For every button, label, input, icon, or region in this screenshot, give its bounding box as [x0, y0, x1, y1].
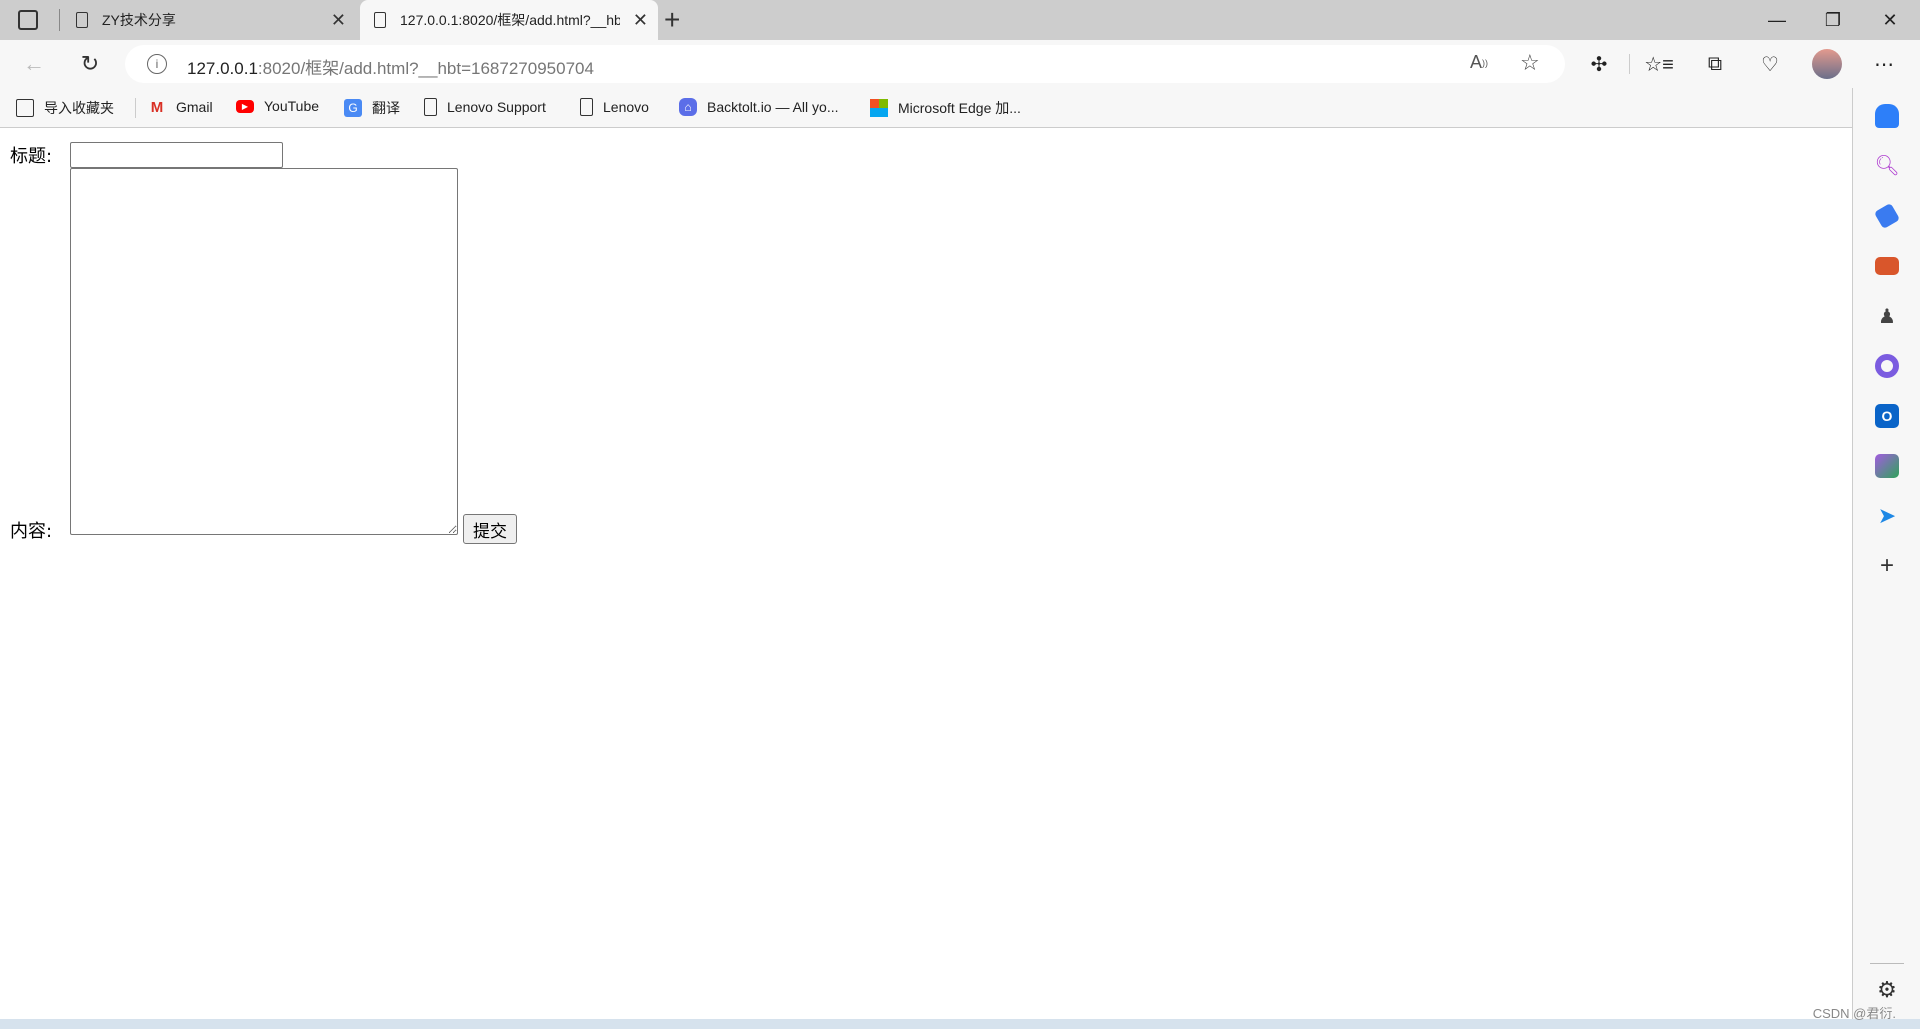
add-icon[interactable]: + [1875, 552, 1899, 579]
bookmark-microsoft-edge[interactable]: Microsoft Edge 加... [870, 98, 1021, 118]
bookmark-youtube[interactable]: ▶ YouTube [236, 98, 319, 114]
browser-essentials-icon[interactable]: ♡ [1754, 48, 1786, 80]
tab-add-html[interactable]: 127.0.0.1:8020/框架/add.html?__hbt=1687270… [360, 0, 658, 40]
minimize-button[interactable]: — [1749, 0, 1805, 40]
close-window-button[interactable]: ✕ [1862, 0, 1918, 40]
refresh-icon[interactable]: ↻ [74, 48, 106, 80]
restore-button[interactable]: ❐ [1805, 0, 1861, 40]
import-folder-icon [16, 99, 34, 117]
content-label: 内容: [10, 521, 53, 542]
gmail-icon: M [150, 98, 164, 116]
new-tab-icon[interactable]: + [664, 4, 680, 36]
url-text[interactable]: 127.0.0.1:8020/框架/add.html?__hbt=1687270… [187, 54, 594, 79]
send-icon[interactable]: ➤ [1875, 503, 1899, 528]
tools-icon[interactable] [1875, 257, 1899, 275]
tab-actions-icon[interactable] [18, 10, 38, 30]
bookmark-lenovo-support[interactable]: Lenovo Support [424, 98, 546, 116]
divider [1870, 963, 1904, 964]
content-textarea[interactable] [70, 168, 458, 535]
divider [59, 9, 60, 31]
more-menu-icon[interactable]: ⋯ [1868, 48, 1900, 80]
bookmark-lenovo[interactable]: Lenovo [580, 98, 649, 116]
page-icon [424, 98, 437, 116]
backtolt-icon: ⌂ [679, 98, 697, 116]
page-icon [580, 98, 593, 116]
notification-bell-icon[interactable] [1875, 104, 1899, 128]
microsoft-icon [870, 99, 888, 117]
toolbar: ← ↻ i 127.0.0.1:8020/框架/add.html?__hbt=1… [0, 40, 1920, 88]
bookmark-import[interactable]: 导入收藏夹 [16, 98, 114, 118]
outlook-icon[interactable]: O [1875, 404, 1899, 428]
microsoft-365-icon[interactable] [1875, 354, 1899, 378]
extensions-icon[interactable]: ✣ [1583, 48, 1615, 80]
bookmark-backtolt[interactable]: ⌂ Backtolt.io — All yo... [679, 98, 839, 116]
shopping-tag-icon[interactable] [1873, 202, 1901, 230]
title-label: 标题: [10, 146, 53, 167]
watermark: CSDN @君衍. [1812, 1006, 1896, 1021]
youtube-icon: ▶ [236, 99, 254, 113]
divider [1629, 54, 1630, 74]
divider [135, 98, 136, 118]
bookmark-gmail[interactable]: M Gmail [148, 98, 213, 116]
favorites-icon[interactable]: ☆≡ [1643, 48, 1675, 80]
games-icon[interactable]: ♟ [1875, 304, 1899, 328]
search-icon[interactable]: 🔍︎ [1874, 153, 1899, 177]
close-tab-icon[interactable]: ✕ [331, 10, 346, 31]
info-icon[interactable]: i [147, 54, 167, 74]
bookmark-translate[interactable]: G 翻译 [344, 98, 400, 118]
tab-bar: ZY技术分享 ✕ 127.0.0.1:8020/框架/add.html?__hb… [0, 0, 1920, 40]
translate-icon: G [344, 99, 362, 117]
back-icon[interactable]: ← [18, 48, 50, 80]
image-creator-icon[interactable] [1875, 454, 1899, 478]
avatar[interactable] [1812, 49, 1842, 79]
settings-gear-icon[interactable]: ⚙ [1875, 977, 1899, 1002]
edge-sidebar: 🔍︎ ♟ O ➤ + ⚙ [1852, 88, 1920, 1019]
submit-button[interactable]: 提交 [463, 514, 517, 544]
read-aloud-icon[interactable]: A)) [1470, 52, 1488, 73]
address-bar[interactable]: i 127.0.0.1:8020/框架/add.html?__hbt=16872… [125, 45, 1565, 83]
title-input[interactable] [70, 142, 283, 168]
page-content: 标题: 内容: 提交 [0, 129, 1851, 1019]
favorite-star-icon[interactable]: ☆ [1520, 50, 1540, 76]
bookmarks-bar: 导入收藏夹 M Gmail ▶ YouTube G 翻译 Lenovo Support… [0, 88, 1852, 128]
page-icon [76, 12, 88, 28]
tab-zy[interactable]: ZY技术分享 ✕ [66, 0, 356, 40]
collections-icon[interactable]: ⧉ [1699, 48, 1731, 80]
bottom-bar [0, 1019, 1920, 1029]
close-tab-icon[interactable]: ✕ [633, 10, 648, 31]
page-icon [374, 12, 386, 28]
